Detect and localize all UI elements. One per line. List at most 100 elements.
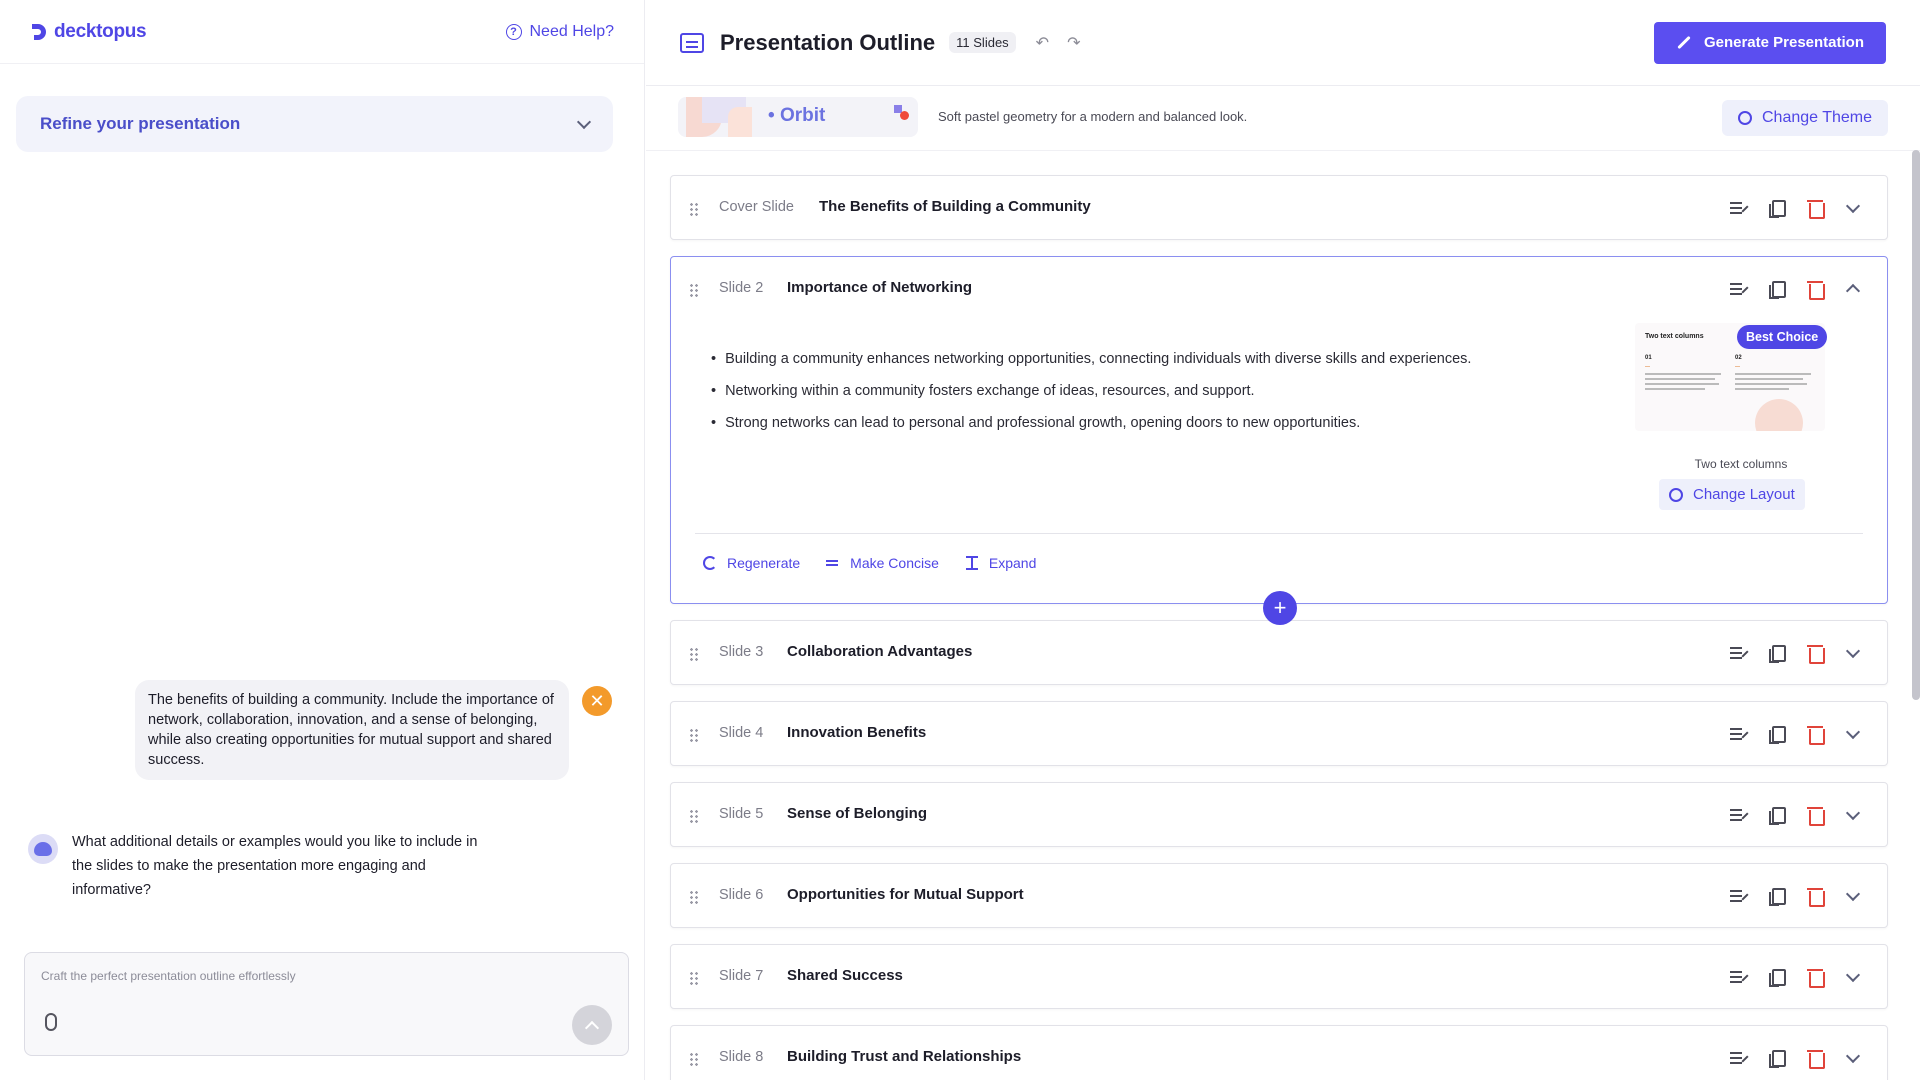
slide-header[interactable]: Slide 3 Collaboration Advantages [671, 621, 1887, 685]
delete-icon[interactable] [1805, 724, 1825, 745]
regenerate-button[interactable]: Regenerate [703, 555, 800, 571]
edit-icon[interactable] [1729, 967, 1749, 987]
attach-icon[interactable] [45, 1013, 57, 1031]
bullet-item[interactable]: Networking within a community fosters ex… [711, 375, 1491, 407]
slide-header[interactable]: Slide 4 Innovation Benefits [671, 702, 1887, 766]
chevron-down-icon[interactable] [1843, 967, 1863, 987]
brand-logo[interactable]: decktopus [30, 20, 147, 43]
delete-icon[interactable] [1805, 198, 1825, 219]
scrollbar[interactable] [1912, 150, 1920, 700]
make-concise-button[interactable]: Make Concise [826, 555, 939, 571]
expand-button[interactable]: Expand [965, 555, 1036, 571]
slide-title[interactable]: Opportunities for Mutual Support [787, 886, 1024, 903]
duplicate-icon[interactable] [1767, 198, 1787, 218]
chevron-down-icon[interactable] [1843, 724, 1863, 744]
layout-name: Two text columns [1694, 457, 1788, 471]
chat-composer[interactable]: Craft the perfect presentation outline e… [24, 952, 629, 1056]
edit-icon[interactable] [1729, 805, 1749, 825]
need-help-link[interactable]: ? Need Help? [505, 23, 614, 41]
delete-icon[interactable] [1805, 805, 1825, 826]
slide-header[interactable]: Slide 7 Shared Success [671, 945, 1887, 1009]
delete-icon[interactable] [1805, 1048, 1825, 1069]
chevron-up-icon[interactable] [1843, 279, 1863, 299]
drag-handle-icon[interactable] [689, 647, 699, 661]
chevron-down-icon[interactable] [1843, 198, 1863, 218]
edit-icon[interactable] [1729, 279, 1749, 299]
chevron-down-icon[interactable] [1843, 1048, 1863, 1068]
drag-handle-icon[interactable] [689, 728, 699, 742]
slide-title[interactable]: Collaboration Advantages [787, 643, 972, 660]
slide-card[interactable]: Slide 5 Sense of Belonging [670, 782, 1888, 847]
slide-number: Slide 4 [719, 725, 764, 741]
brand-name: decktopus [54, 20, 147, 42]
slide-number: Slide 7 [719, 968, 764, 984]
slide-title[interactable]: Innovation Benefits [787, 724, 926, 741]
theme-preview[interactable]: • Orbit [678, 97, 918, 137]
concise-icon [826, 556, 840, 570]
thumb-line [1645, 388, 1705, 390]
slide-number: Slide 2 [719, 280, 764, 296]
slide-header[interactable]: Slide 2 Importance of Networking [671, 257, 1887, 321]
slide-card[interactable]: Cover Slide The Benefits of Building a C… [670, 175, 1888, 240]
theme-name-text: Orbit [779, 105, 826, 126]
slide-card-expanded[interactable]: Slide 2 Importance of Networking Buildin… [670, 256, 1888, 625]
slide-title[interactable]: Shared Success [787, 967, 903, 984]
slide-card[interactable]: Slide 3 Collaboration Advantages [670, 620, 1888, 685]
drag-handle-icon[interactable] [689, 971, 699, 985]
duplicate-icon[interactable] [1767, 805, 1787, 825]
redo-icon[interactable]: ↷ [1067, 33, 1080, 53]
thumb-title: Two text columns [1645, 333, 1704, 340]
send-button[interactable] [572, 1005, 612, 1045]
chevron-down-icon[interactable] [1843, 805, 1863, 825]
edit-icon[interactable] [1729, 643, 1749, 663]
duplicate-icon[interactable] [1767, 279, 1787, 299]
slide-card[interactable]: Slide 6 Opportunities for Mutual Support [670, 863, 1888, 928]
change-layout-button[interactable]: Change Layout [1659, 479, 1805, 510]
slide-card[interactable]: Slide 7 Shared Success [670, 944, 1888, 1009]
duplicate-icon[interactable] [1767, 967, 1787, 987]
theme-dot [900, 111, 909, 120]
bullet-item[interactable]: Building a community enhances networking… [711, 343, 1491, 375]
slide-header[interactable]: Cover Slide The Benefits of Building a C… [671, 176, 1887, 240]
undo-icon[interactable]: ↶ [1036, 33, 1049, 53]
edit-icon[interactable] [1729, 1048, 1749, 1068]
delete-icon[interactable] [1805, 643, 1825, 664]
refine-accordion[interactable]: Refine your presentation [16, 96, 613, 152]
thumb-line [1645, 373, 1721, 375]
drag-handle-icon[interactable] [689, 283, 699, 297]
edit-icon[interactable] [1729, 886, 1749, 906]
slide-title[interactable]: Sense of Belonging [787, 805, 927, 822]
chat-input[interactable]: Craft the perfect presentation outline e… [41, 969, 296, 983]
slide-header[interactable]: Slide 5 Sense of Belonging [671, 783, 1887, 847]
generate-presentation-button[interactable]: Generate Presentation [1653, 21, 1886, 64]
bullet-item[interactable]: Strong networks can lead to personal and… [711, 407, 1491, 439]
thumb-line [1645, 383, 1719, 385]
duplicate-icon[interactable] [1767, 724, 1787, 744]
slide-title[interactable]: Building Trust and Relationships [787, 1048, 1021, 1065]
slide-number: Slide 8 [719, 1049, 764, 1065]
drag-handle-icon[interactable] [689, 202, 699, 216]
duplicate-icon[interactable] [1767, 643, 1787, 663]
drag-handle-icon[interactable] [689, 1052, 699, 1066]
drag-handle-icon[interactable] [689, 809, 699, 823]
chevron-down-icon[interactable] [1843, 886, 1863, 906]
slide-card[interactable]: Slide 4 Innovation Benefits [670, 701, 1888, 766]
edit-icon[interactable] [1729, 198, 1749, 218]
slide-title[interactable]: The Benefits of Building a Community [819, 198, 1091, 215]
chevron-down-icon[interactable] [1843, 643, 1863, 663]
slide-header[interactable]: Slide 6 Opportunities for Mutual Support [671, 864, 1887, 928]
delete-icon[interactable] [1805, 279, 1825, 300]
delete-icon[interactable] [1805, 967, 1825, 988]
delete-icon[interactable] [1805, 886, 1825, 907]
slide-actions [1729, 643, 1863, 664]
change-theme-button[interactable]: Change Theme [1722, 100, 1888, 136]
slide-header[interactable]: Slide 8 Building Trust and Relationships [671, 1026, 1887, 1080]
drag-handle-icon[interactable] [689, 890, 699, 904]
slide-title[interactable]: Importance of Networking [787, 279, 972, 296]
add-slide-button[interactable]: + [1263, 591, 1297, 625]
chat-header: decktopus ? Need Help? [0, 0, 644, 64]
edit-icon[interactable] [1729, 724, 1749, 744]
duplicate-icon[interactable] [1767, 886, 1787, 906]
slide-card[interactable]: Slide 8 Building Trust and Relationships [670, 1025, 1888, 1080]
duplicate-icon[interactable] [1767, 1048, 1787, 1068]
